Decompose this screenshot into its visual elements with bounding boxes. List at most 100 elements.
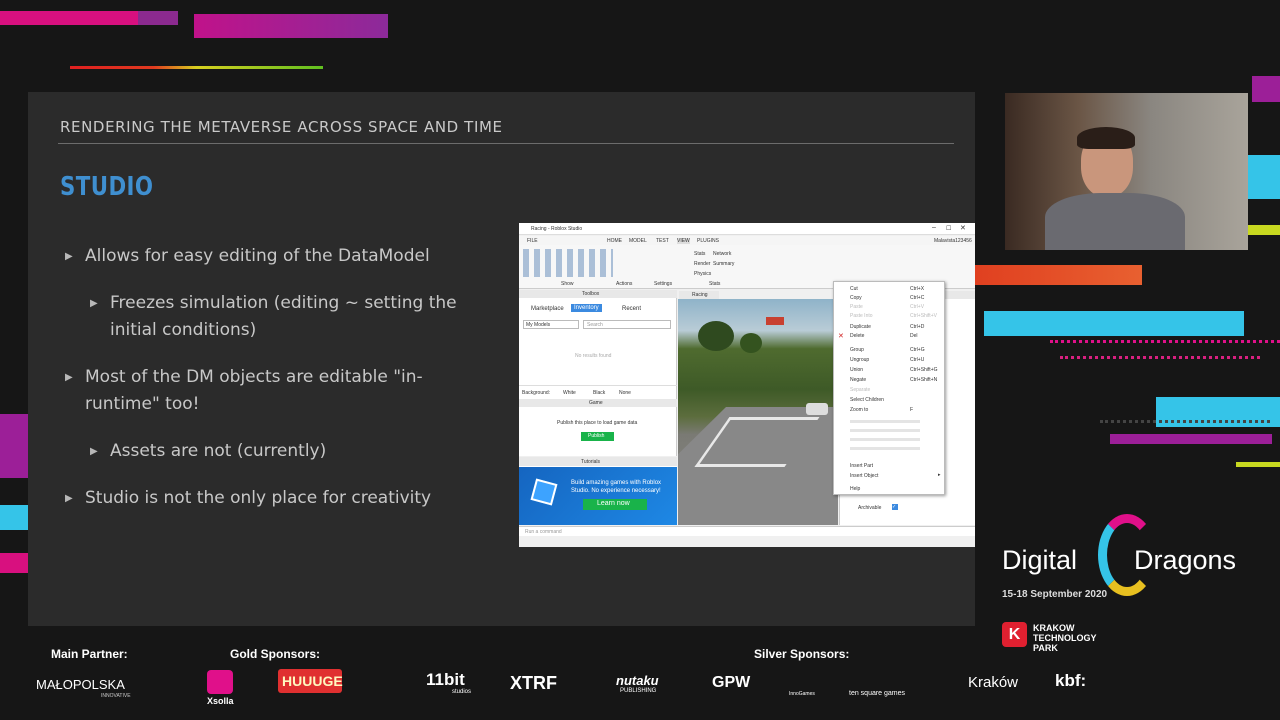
submenu-arrow-icon: ▸ <box>938 472 941 478</box>
slide-title: STUDIO <box>60 172 154 202</box>
menu-item-union[interactable]: Union Ctrl+Shift+G <box>834 366 946 375</box>
game-header: Game <box>519 399 677 407</box>
menu-item-delete[interactable]: ✕ Delete Del <box>834 332 946 341</box>
menu-item-ungroup[interactable]: Ungroup Ctrl+U <box>834 356 946 365</box>
person-body <box>1045 193 1185 250</box>
background-black[interactable]: Black <box>593 390 605 396</box>
maximize-button[interactable]: ☐ <box>946 225 951 232</box>
decor-bar <box>0 505 28 530</box>
silver-sponsors-label: Silver Sponsors: <box>754 647 850 661</box>
menu-disabled-block <box>850 420 920 454</box>
decor-bar <box>984 311 1244 336</box>
menu-item-paste-into[interactable]: Paste Into Ctrl+Shift+V <box>834 312 946 321</box>
decor-bar <box>0 553 28 573</box>
ribbon-icons <box>523 249 613 277</box>
bullet-level-2: ▶ Assets are not (currently) <box>90 438 326 465</box>
menu-item-duplicate[interactable]: Duplicate Ctrl+D <box>834 323 946 332</box>
malopolska-sub: INNOVATIVE <box>101 693 131 699</box>
learn-now-button[interactable]: Learn now <box>583 499 647 510</box>
menu-file[interactable]: FILE <box>527 238 538 244</box>
background-white[interactable]: White <box>563 390 576 396</box>
webcam-feed <box>1005 93 1248 250</box>
menu-item-paste[interactable]: Paste Ctrl+V <box>834 303 946 312</box>
publish-button[interactable]: Publish <box>581 432 614 441</box>
xsolla-logo-icon <box>207 670 233 694</box>
menu-item-separate[interactable]: Separate <box>834 386 946 395</box>
huuuge-logo: HUUUGE <box>282 673 343 689</box>
tab-marketplace[interactable]: Marketplace <box>531 306 564 312</box>
decor-bar <box>0 414 28 478</box>
menu-item-cut[interactable]: Cut Ctrl+X <box>834 285 946 294</box>
presentation-stage: RENDERING THE METAVERSE ACROSS SPACE AND… <box>0 0 1280 720</box>
background-none[interactable]: None <box>619 390 631 396</box>
menu-plugins[interactable]: PLUGINS <box>697 238 719 244</box>
menu-item-insert-object[interactable]: Insert Object ▸ <box>834 472 946 481</box>
bullet-text-line: runtime" too! <box>85 394 200 414</box>
innogames-logo: InnoGames <box>789 691 815 697</box>
decor-bar <box>1248 225 1280 235</box>
menu-item-group[interactable]: Group Ctrl+G <box>834 346 946 355</box>
tutorials-panel: Tutorials Build amazing games with Roblo… <box>519 457 677 525</box>
empty-results-text: No results found <box>575 353 612 359</box>
bullet-triangle-icon: ▶ <box>90 446 98 457</box>
gpw-logo: GPW <box>712 674 751 691</box>
car <box>806 403 828 415</box>
roblox-logo-icon <box>530 478 558 506</box>
menu-home[interactable]: HOME <box>607 238 622 244</box>
toolbox-header: Toolbox <box>519 290 677 298</box>
bullet-level-2: ▶ Freezes simulation (editing ~ setting … <box>90 290 457 344</box>
menu-item-negate[interactable]: Negate Ctrl+Shift+N <box>834 376 946 385</box>
kbf-logo: kbf: <box>1055 671 1087 690</box>
menu-model[interactable]: MODEL <box>629 238 647 244</box>
event-title-right: Dragons <box>1134 545 1237 575</box>
decor-bar <box>1236 462 1280 467</box>
xsolla-logo: Xsolla <box>207 696 234 706</box>
toolbox-panel: Toolbox Marketplace Inventory Recent My … <box>519 290 677 405</box>
tab-inventory[interactable]: Inventory <box>571 304 602 312</box>
window-title: Racing - Roblox Studio <box>531 226 583 232</box>
toolbox-title: Toolbox <box>582 291 600 297</box>
xtrf-logo: XTRF <box>510 673 557 693</box>
menu-item-insert-part[interactable]: Insert Part <box>834 462 946 471</box>
menu-view[interactable]: VIEW <box>677 238 690 244</box>
ktp-logo-icon: K <box>1002 622 1027 647</box>
event-dates: 15-18 September 2020 <box>1002 589 1108 600</box>
close-button[interactable]: ✕ <box>960 224 966 232</box>
viewport-tab[interactable]: Racing <box>679 291 719 299</box>
slide-header: RENDERING THE METAVERSE ACROSS SPACE AND… <box>60 118 503 136</box>
render-button[interactable]: Render <box>694 261 710 267</box>
physics-button[interactable]: Physics <box>694 271 711 277</box>
network-button[interactable]: Network <box>713 251 731 257</box>
menu-item-select-children[interactable]: Select Children <box>834 396 946 405</box>
menu-item-copy[interactable]: Copy Ctrl+C <box>834 294 946 303</box>
decor-dots <box>1100 420 1270 423</box>
decor-bar <box>138 11 178 25</box>
3d-viewport[interactable] <box>678 299 838 525</box>
toolbox-search-input[interactable]: Search <box>583 320 671 329</box>
minimize-button[interactable]: – <box>932 224 936 231</box>
models-dropdown[interactable]: My Models <box>523 320 579 329</box>
tab-recent[interactable]: Recent <box>622 306 641 312</box>
decor-bar <box>194 14 388 38</box>
nutaku-sub: PUBLISHING <box>620 688 657 694</box>
game-panel: Game Publish this place to load game dat… <box>519 399 677 456</box>
bullet-triangle-icon: ▶ <box>65 493 73 504</box>
event-venue: KRAKOW TECHNOLOGY PARK <box>1033 623 1097 653</box>
event-title-left: Digital <box>1002 545 1078 575</box>
command-bar[interactable]: Run a command <box>519 526 975 536</box>
ribbon-group-stats: Stats <box>709 281 721 287</box>
main-partner-label: Main Partner: <box>51 647 128 661</box>
menu-item-zoom-to[interactable]: Zoom to F <box>834 406 946 415</box>
11bit-sub: studios <box>452 689 472 695</box>
bullet-level-1: ▶ Studio is not the only place for creat… <box>65 485 431 512</box>
menu-test[interactable]: TEST <box>656 238 669 244</box>
bullet-text-line: Most of the DM objects are editable "in- <box>85 367 423 387</box>
archivable-checkbox[interactable]: ✓ <box>892 504 898 510</box>
tutorials-text: Build amazing games with Roblox Studio. … <box>571 480 662 494</box>
nutaku-logo: nutaku <box>616 673 659 688</box>
decor-bar <box>1252 76 1280 102</box>
menu-item-help[interactable]: Help <box>834 485 946 494</box>
stats-button[interactable]: Stats <box>694 251 705 257</box>
tree <box>740 333 762 353</box>
summary-button[interactable]: Summary <box>713 261 734 267</box>
